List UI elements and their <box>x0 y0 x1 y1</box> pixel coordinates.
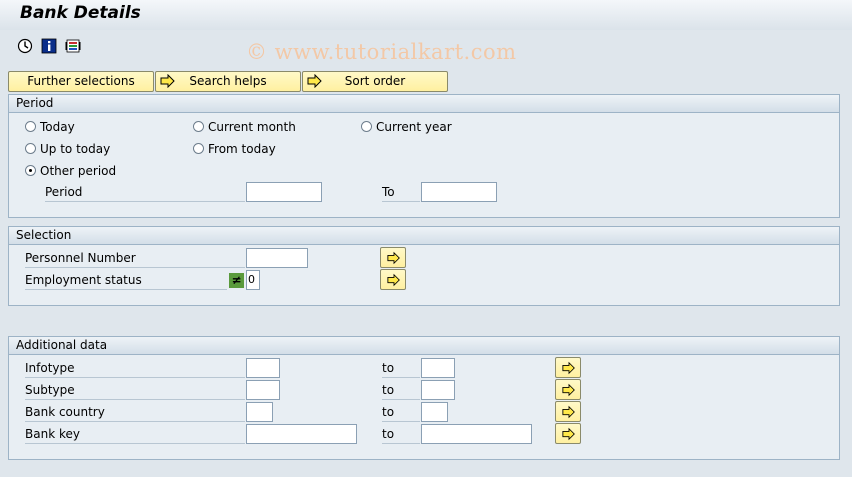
radio-up-to-today-label: Up to today <box>40 142 111 156</box>
radio-circle-selected <box>25 165 36 176</box>
period-label: Period <box>45 183 245 202</box>
period-frame: Period Today Current month Current year … <box>8 94 840 218</box>
bank-key-to-input[interactable] <box>421 424 532 444</box>
selection-options-icon[interactable] <box>65 38 81 54</box>
arrow-right-icon <box>307 73 323 94</box>
watermark: © www.tutorialkart.com <box>246 40 517 64</box>
search-helps-button[interactable]: Search helps <box>155 71 301 92</box>
radio-current-year-label: Current year <box>376 120 452 134</box>
bank-key-from-input[interactable] <box>246 424 357 444</box>
arrow-right-icon <box>387 273 400 287</box>
period-heading: Period <box>9 95 839 113</box>
bank-country-multiple-selection-button[interactable] <box>555 401 581 422</box>
arrow-right-icon <box>562 361 575 375</box>
subtype-to-input[interactable] <box>421 380 455 400</box>
infotype-label: Infotype <box>25 359 245 378</box>
sort-order-label: Sort order <box>344 74 406 88</box>
period-to-label: To <box>382 183 420 202</box>
bank-key-multiple-selection-button[interactable] <box>555 423 581 444</box>
selection-frame: Selection Personnel Number Employment st… <box>8 226 840 306</box>
info-icon[interactable] <box>41 38 57 54</box>
radio-circle <box>25 143 36 154</box>
bank-country-from-input[interactable] <box>246 402 273 422</box>
employment-status-input[interactable]: 0 <box>246 270 260 290</box>
selection-heading: Selection <box>9 227 839 245</box>
infotype-from-input[interactable] <box>246 358 280 378</box>
bank-country-to-label: to <box>382 403 420 422</box>
infotype-to-label: to <box>382 359 420 378</box>
subtype-from-input[interactable] <box>246 380 280 400</box>
radio-circle <box>25 121 36 132</box>
arrow-right-icon <box>562 427 575 441</box>
arrow-right-icon <box>160 73 176 94</box>
personnel-number-label: Personnel Number <box>25 249 245 268</box>
radio-other-period-label: Other period <box>40 164 117 178</box>
subtype-to-label: to <box>382 381 420 400</box>
infotype-multiple-selection-button[interactable] <box>555 357 581 378</box>
radio-circle <box>193 121 204 132</box>
personnel-number-multiple-selection-button[interactable] <box>380 247 406 268</box>
further-selections-button[interactable]: Further selections <box>8 71 154 92</box>
infotype-to-input[interactable] <box>421 358 455 378</box>
arrow-right-icon <box>562 405 575 419</box>
subtype-label: Subtype <box>25 381 245 400</box>
page-title: Bank Details <box>20 3 141 23</box>
radio-circle <box>193 143 204 154</box>
bank-key-label: Bank key <box>25 425 245 444</box>
arrow-right-icon <box>562 383 575 397</box>
employment-status-label: Employment status <box>25 271 227 290</box>
execute-icon[interactable] <box>17 38 33 54</box>
arrow-right-icon <box>387 251 400 265</box>
radio-from-today-label: From today <box>208 142 276 156</box>
employment-status-multiple-selection-button[interactable] <box>380 269 406 290</box>
additional-data-heading: Additional data <box>9 337 839 355</box>
further-selections-label: Further selections <box>27 74 135 88</box>
search-helps-label: Search helps <box>189 74 267 88</box>
additional-data-frame: Additional data Infotype to Subtype to B… <box>8 336 840 460</box>
subtype-multiple-selection-button[interactable] <box>555 379 581 400</box>
bank-key-to-label: to <box>382 425 420 444</box>
title-bar: Bank Details <box>0 0 852 30</box>
personnel-number-input[interactable] <box>246 248 308 268</box>
radio-today-label: Today <box>40 120 75 134</box>
sort-order-button[interactable]: Sort order <box>302 71 448 92</box>
period-from-input[interactable] <box>246 182 322 202</box>
bank-country-to-input[interactable] <box>421 402 448 422</box>
not-equal-operator-icon[interactable]: ≠ <box>229 273 244 288</box>
radio-circle <box>361 121 372 132</box>
bank-country-label: Bank country <box>25 403 245 422</box>
period-to-input[interactable] <box>421 182 497 202</box>
radio-current-month-label: Current month <box>208 120 296 134</box>
